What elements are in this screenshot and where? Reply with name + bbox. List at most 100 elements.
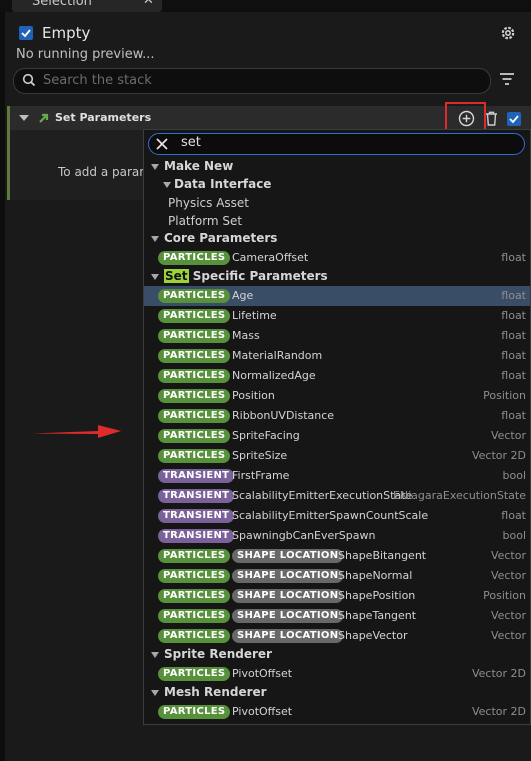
clear-search-icon[interactable] xyxy=(155,137,169,151)
parameter-row[interactable]: PARTICLES NormalizedAge float xyxy=(144,366,530,386)
namespace-pill: SHAPE LOCATION xyxy=(232,629,344,643)
namespace-pill: SHAPE LOCATION xyxy=(232,549,344,563)
parameter-name: CameraOffset xyxy=(232,251,309,264)
expand-icon xyxy=(151,690,159,696)
parameter-row[interactable]: PARTICLES PivotOffset Vector 2D xyxy=(144,702,530,722)
enabled-checkbox[interactable] xyxy=(19,26,33,40)
gear-icon[interactable] xyxy=(499,24,517,42)
tab-bar: Selection ✕ xyxy=(0,0,531,12)
checkmark-icon xyxy=(509,115,519,124)
parameter-type: float xyxy=(501,349,526,362)
section-make-new[interactable]: Make New xyxy=(144,158,530,176)
menu-search-input[interactable]: set xyxy=(148,133,525,155)
namespace-pill: PARTICLES xyxy=(158,609,231,623)
module-enabled-checkbox[interactable] xyxy=(507,112,521,126)
tab-label: Selection xyxy=(32,0,92,9)
namespace-pill: TRANSIENT xyxy=(158,489,235,503)
red-arrow-annotation xyxy=(32,425,121,438)
parameter-row[interactable]: PARTICLES RibbonUVDistance float xyxy=(144,406,530,426)
collapse-icon[interactable] xyxy=(19,115,29,121)
parameter-row[interactable]: PARTICLES MaterialRandom float xyxy=(144,346,530,366)
stack-search-input[interactable]: Search the stack xyxy=(13,68,491,94)
menu-item-physics-asset[interactable]: Physics Asset xyxy=(168,196,249,210)
filter-icon[interactable] xyxy=(499,72,515,86)
namespace-pill: PARTICLES xyxy=(158,251,231,265)
parameter-row[interactable]: PARTICLES SHAPE LOCATION ShapeNormal Vector xyxy=(144,566,530,586)
parameter-row[interactable]: PARTICLES Age float xyxy=(144,286,530,306)
parameter-name: RibbonUVDistance xyxy=(232,409,335,422)
section-label: Make New xyxy=(164,159,234,173)
parameter-row[interactable]: PARTICLES Mass float xyxy=(144,326,530,346)
parameter-name: Mass xyxy=(232,329,260,342)
expand-icon xyxy=(151,164,159,170)
parameter-type: float xyxy=(501,289,526,302)
namespace-pill: PARTICLES xyxy=(158,705,231,719)
module-title: Set Parameters xyxy=(55,111,152,124)
parameter-row[interactable]: PARTICLES PivotOffset Vector 2D xyxy=(144,664,530,684)
parameter-name: ShapeNormal xyxy=(338,569,413,582)
parameter-name: PivotOffset xyxy=(232,667,293,680)
namespace-pill: PARTICLES xyxy=(158,629,231,643)
parameter-row[interactable]: PARTICLES SpriteFacing Vector xyxy=(144,426,530,446)
parameter-row[interactable]: PARTICLES Position Position xyxy=(144,386,530,406)
module-hint: To add a param xyxy=(58,165,151,179)
parameter-row[interactable]: PARTICLES SpriteSize Vector 2D xyxy=(144,446,530,466)
namespace-pill: PARTICLES xyxy=(158,589,231,603)
parameter-name: ShapeBitangent xyxy=(338,549,427,562)
menu-search-value: set xyxy=(181,135,201,150)
expand-icon xyxy=(151,236,159,242)
search-icon xyxy=(22,73,36,87)
parameter-name: SpawningbCanEverSpawn xyxy=(232,529,376,542)
search-placeholder: Search the stack xyxy=(43,73,152,88)
parameter-row[interactable]: PARTICLES CameraOffset float xyxy=(144,248,530,268)
parameter-type: Vector 2D xyxy=(471,705,526,718)
parameter-row[interactable]: PARTICLES SHAPE LOCATION ShapeVector Vector xyxy=(144,626,530,646)
preview-status: No running preview... xyxy=(16,47,155,62)
parameter-row[interactable]: PARTICLES SHAPE LOCATION ShapePosition Posi… xyxy=(144,586,530,606)
parameter-type: Vector xyxy=(490,629,526,642)
parameter-type: float xyxy=(501,509,526,522)
parameter-type: float xyxy=(501,369,526,382)
add-parameter-menu: set Make New Data Interface Physics Asse… xyxy=(143,129,531,725)
parameter-row[interactable]: TRANSIENT FirstFrame bool xyxy=(144,466,530,486)
parameter-type: Position xyxy=(483,389,526,402)
namespace-pill: SHAPE LOCATION xyxy=(232,589,344,603)
section-label-rest: Specific Parameters xyxy=(188,269,328,283)
namespace-pill: PARTICLES xyxy=(158,549,231,563)
parameter-type: Vector xyxy=(490,549,526,562)
parameter-name: NormalizedAge xyxy=(232,369,316,382)
tab-selection[interactable]: Selection ✕ xyxy=(12,0,162,12)
namespace-pill: PARTICLES xyxy=(158,667,231,681)
parameter-name: ShapeVector xyxy=(338,629,408,642)
emitter-title: Empty xyxy=(42,24,91,42)
namespace-pill: PARTICLES xyxy=(158,289,231,303)
section-sprite-renderer[interactable]: Sprite Renderer xyxy=(144,646,530,664)
parameter-row[interactable]: PARTICLES SHAPE LOCATION ShapeBitangent Vec… xyxy=(144,546,530,566)
section-data-interface[interactable]: Data Interface xyxy=(144,176,530,194)
parameter-row[interactable]: TRANSIENT ScalabilityEmitterSpawnCountSca… xyxy=(144,506,530,526)
parameter-row[interactable]: PARTICLES SHAPE LOCATION ShapeTangent Vecto… xyxy=(144,606,530,626)
section-label: Core Parameters xyxy=(164,231,278,245)
parameter-type: float xyxy=(501,309,526,322)
section-specific-parameters[interactable]: Set Specific Parameters xyxy=(144,268,530,286)
parameter-name: ShapeTangent xyxy=(338,609,417,622)
parameter-name: Age xyxy=(232,289,254,302)
parameter-name: ScalabilityEmitterSpawnCountScale xyxy=(232,509,429,522)
menu-item-platform-set[interactable]: Platform Set xyxy=(168,214,242,228)
trash-icon[interactable] xyxy=(485,111,498,126)
expand-icon xyxy=(163,182,171,188)
parameter-type: Vector xyxy=(490,569,526,582)
namespace-pill: PARTICLES xyxy=(158,329,231,343)
section-label: Sprite Renderer xyxy=(164,647,272,661)
namespace-pill: TRANSIENT xyxy=(158,529,235,543)
parameter-row[interactable]: TRANSIENT SpawningbCanEverSpawn bool xyxy=(144,526,530,546)
parameter-row[interactable]: PARTICLES Lifetime float xyxy=(144,306,530,326)
section-mesh-renderer[interactable]: Mesh Renderer xyxy=(144,684,530,702)
close-icon[interactable]: ✕ xyxy=(143,0,154,8)
parameter-row[interactable]: TRANSIENT ScalabilityEmitterExecutionStat… xyxy=(144,486,530,506)
section-core-parameters[interactable]: Core Parameters xyxy=(144,230,530,248)
parameter-type: Vector 2D xyxy=(471,449,526,462)
expand-icon xyxy=(151,274,159,280)
section-label: Mesh Renderer xyxy=(164,685,267,699)
namespace-pill: PARTICLES xyxy=(158,429,231,443)
